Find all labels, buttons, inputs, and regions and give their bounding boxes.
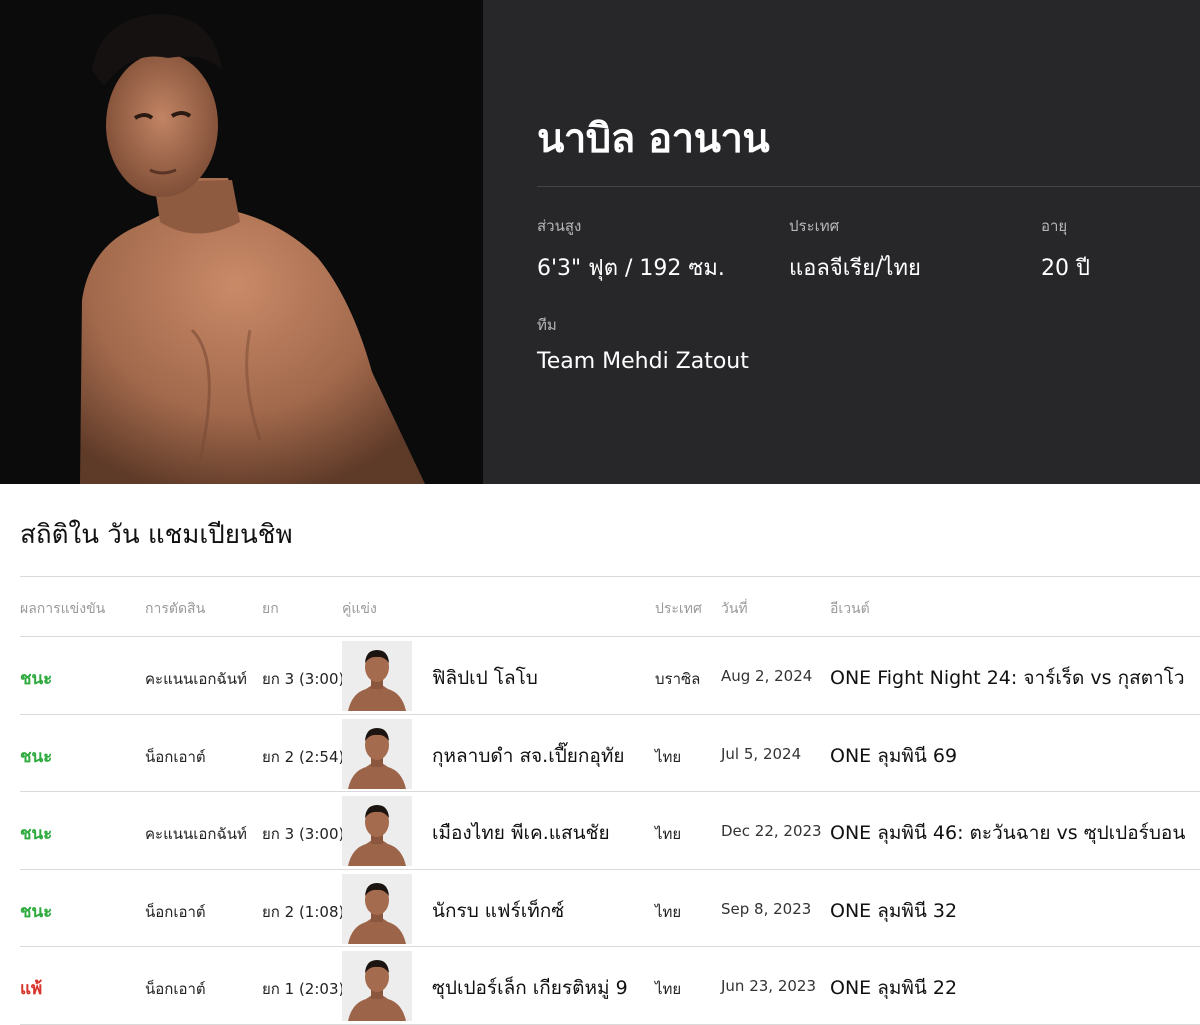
table-row[interactable]: ชนะ คะแนนเอกฉันท์ ยก 3 (3:00) เมืองไทย พ…	[20, 792, 1200, 870]
table-row[interactable]: แพ้ น็อกเอาต์ ยก 1 (2:03) ซุปเปอร์เล็ก เ…	[20, 947, 1200, 1025]
fight-record-table: ผลการแข่งขัน การตัดสิน ยก คู่แข่ง ประเทศ…	[20, 576, 1200, 1025]
opponent-name-link[interactable]: ซุปเปอร์เล็ก เกียรติหมู่ 9	[432, 973, 628, 1003]
opponent-avatar[interactable]	[342, 951, 412, 1021]
opponent-name-link[interactable]: เมืองไทย พีเค.แสนชัย	[432, 818, 610, 848]
date-cell: Jul 5, 2024	[721, 744, 802, 763]
opponent-photo-icon	[342, 951, 412, 1021]
stat-team-label: ทีม	[537, 316, 557, 334]
stat-height-label: ส่วนสูง	[537, 217, 582, 235]
stat-age-value: 20 ปี	[1041, 256, 1090, 281]
header-event: อีเวนต์	[830, 601, 870, 617]
method-cell: น็อกเอาต์	[145, 902, 206, 921]
method-cell: คะแนนเอกฉันท์	[145, 670, 247, 688]
round-cell: ยก 3 (3:00)	[262, 670, 345, 688]
stat-country-value: แอลจีเรีย/ไทย	[789, 256, 921, 281]
result-cell: แพ้	[20, 979, 43, 999]
event-name-link[interactable]: ONE Fight Night 24: จาร์เร็ด vs กุสตาโว	[830, 663, 1185, 693]
opponent-name-link[interactable]: นักรบ แฟร์เท็กซ์	[432, 896, 564, 926]
table-header: ผลการแข่งขัน การตัดสิน ยก คู่แข่ง ประเทศ…	[20, 576, 1200, 637]
header-date: วันที่	[721, 601, 748, 617]
stat-country-label: ประเทศ	[789, 217, 840, 235]
header-result: ผลการแข่งขัน	[20, 601, 106, 617]
date-cell: Sep 8, 2023	[721, 899, 812, 918]
table-body: ชนะ คะแนนเอกฉันท์ ยก 3 (3:00) ฟิลิปเป โล…	[20, 637, 1200, 1025]
method-cell: น็อกเอาต์	[145, 980, 206, 998]
date-cell: Aug 2, 2024	[721, 667, 813, 685]
result-cell: ชนะ	[20, 669, 53, 689]
method-cell: คะแนนเอกฉันท์	[145, 825, 247, 843]
header-method: การตัดสิน	[145, 601, 206, 617]
event-name-link[interactable]: ONE ลุมพินี 46: ตะวันฉาย vs ซุปเปอร์บอน	[830, 818, 1185, 848]
result-cell: ชนะ	[20, 824, 53, 844]
fighter-photo	[0, 0, 483, 484]
info-divider	[537, 186, 1200, 187]
country-cell: ไทย	[655, 902, 682, 921]
stat-team: ทีม Team Mehdi Zatout	[537, 313, 749, 374]
method-cell: น็อกเอาต์	[145, 747, 206, 766]
stat-team-value: Team Mehdi Zatout	[537, 349, 749, 374]
opponent-avatar[interactable]	[342, 641, 412, 711]
fighter-name: นาบิล อานาน	[537, 116, 770, 162]
country-cell: บราซิล	[655, 670, 701, 688]
header-round: ยก	[262, 601, 279, 617]
opponent-photo-icon	[342, 718, 412, 789]
round-cell: ยก 3 (3:00)	[262, 825, 345, 843]
country-cell: ไทย	[655, 747, 682, 766]
table-row[interactable]: ชนะ น็อกเอาต์ ยก 2 (1:08) นักรบ แฟร์เท็ก…	[20, 870, 1200, 947]
opponent-avatar[interactable]	[342, 796, 412, 866]
round-cell: ยก 1 (2:03)	[262, 980, 345, 998]
opponent-name-link[interactable]: ฟิลิปเป โลโบ	[432, 663, 538, 693]
date-cell: Dec 22, 2023	[721, 822, 822, 840]
fighter-hero: นาบิล อานาน ส่วนสูง 6'3" ฟุต / 192 ซม. ป…	[0, 0, 1200, 484]
fighter-portrait-image	[80, 14, 425, 484]
round-cell: ยก 2 (2:54)	[262, 747, 345, 766]
header-country: ประเทศ	[655, 601, 702, 617]
header-opponent: คู่แข่ง	[342, 601, 377, 617]
stat-age-label: อายุ	[1041, 217, 1068, 235]
stat-country: ประเทศ แอลจีเรีย/ไทย	[789, 214, 921, 285]
fight-record-title: สถิติใน วัน แชมเปียนชิพ	[20, 520, 293, 550]
country-cell: ไทย	[655, 825, 682, 843]
event-name-link[interactable]: ONE ลุมพินี 32	[830, 896, 957, 926]
round-cell: ยก 2 (1:08)	[262, 902, 345, 921]
country-cell: ไทย	[655, 980, 682, 998]
date-cell: Jun 23, 2023	[721, 977, 817, 995]
table-row[interactable]: ชนะ คะแนนเอกฉันท์ ยก 3 (3:00) ฟิลิปเป โล…	[20, 637, 1200, 715]
table-row[interactable]: ชนะ น็อกเอาต์ ยก 2 (2:54) กุหลาบดำ สจ.เป…	[20, 715, 1200, 792]
opponent-photo-icon	[342, 796, 412, 866]
event-name-link[interactable]: ONE ลุมพินี 69	[830, 741, 957, 771]
result-cell: ชนะ	[20, 901, 53, 922]
stat-height: ส่วนสูง 6'3" ฟุต / 192 ซม.	[537, 214, 725, 285]
opponent-name-link[interactable]: กุหลาบดำ สจ.เปี๊ยกอุทัย	[432, 741, 624, 771]
stat-age: อายุ 20 ปี	[1041, 214, 1090, 285]
opponent-photo-icon	[342, 873, 412, 944]
result-cell: ชนะ	[20, 746, 53, 767]
opponent-avatar[interactable]	[342, 718, 412, 789]
opponent-photo-icon	[342, 641, 412, 711]
opponent-avatar[interactable]	[342, 873, 412, 944]
fighter-info-panel: นาบิล อานาน ส่วนสูง 6'3" ฟุต / 192 ซม. ป…	[483, 0, 1200, 484]
event-name-link[interactable]: ONE ลุมพินี 22	[830, 973, 957, 1003]
stat-height-value: 6'3" ฟุต / 192 ซม.	[537, 256, 725, 281]
